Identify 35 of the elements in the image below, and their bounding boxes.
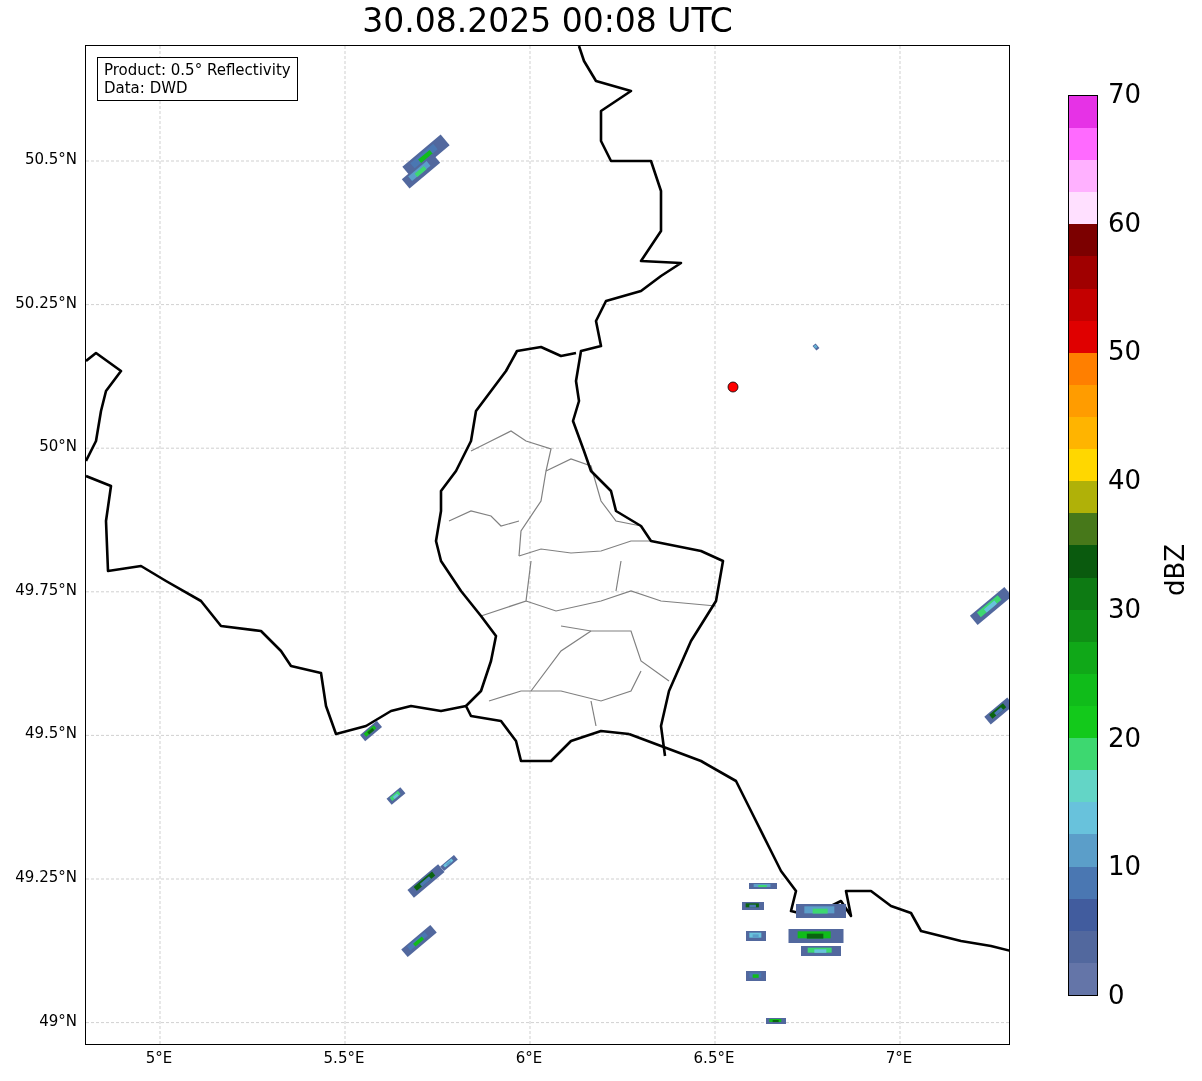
radar-echo	[766, 1018, 786, 1024]
longitude-label: 5°E	[145, 1051, 173, 1066]
radar-echo	[742, 902, 764, 910]
radar-echo	[746, 971, 766, 981]
info-text: Data: DWD	[104, 79, 189, 97]
colorbar-tick-label: 50	[1108, 338, 1142, 365]
longitude-label: 6.5°E	[693, 1051, 735, 1066]
latitude-label: 50.25°N	[15, 295, 77, 311]
colorbar-tick-label: 30	[1108, 595, 1142, 622]
latitude-label: 50°N	[39, 439, 77, 455]
radar-echo	[796, 904, 846, 918]
colorbar-tick-label: 10	[1108, 853, 1142, 880]
radar-echo	[746, 931, 766, 941]
radar-echo	[801, 946, 841, 956]
colorbar-tick-label: 60	[1108, 209, 1142, 236]
latitude-label: 50.5°N	[24, 152, 77, 167]
longitude-label: 6°E	[515, 1051, 543, 1066]
colorbar-tick-label: 0	[1108, 982, 1125, 1008]
radar-echo	[360, 720, 382, 742]
info-text: Product: 0.5° Reflectivity	[104, 61, 291, 79]
colorbar-tick-label: 70	[1108, 81, 1142, 107]
radar-echo	[812, 343, 820, 351]
colorbar-label: dBZ	[1162, 543, 1188, 597]
latitude-label: 49°N	[39, 1013, 77, 1029]
colorbar-tick-label: 40	[1108, 467, 1142, 494]
radar-echo	[788, 929, 844, 943]
chart-title: 30.08.2025 00:08 UTC	[362, 4, 733, 37]
longitude-label: 5.5°E	[323, 1051, 365, 1066]
latitude-label: 49.5°N	[24, 726, 77, 742]
longitude-label: 7°E	[885, 1051, 913, 1066]
latitude-label: 49.75°N	[15, 582, 77, 598]
radar-site-marker	[727, 381, 739, 393]
radar-echo	[749, 883, 777, 889]
latitude-label: 49.25°N	[15, 870, 77, 885]
colorbar-tick-label: 20	[1108, 724, 1142, 751]
